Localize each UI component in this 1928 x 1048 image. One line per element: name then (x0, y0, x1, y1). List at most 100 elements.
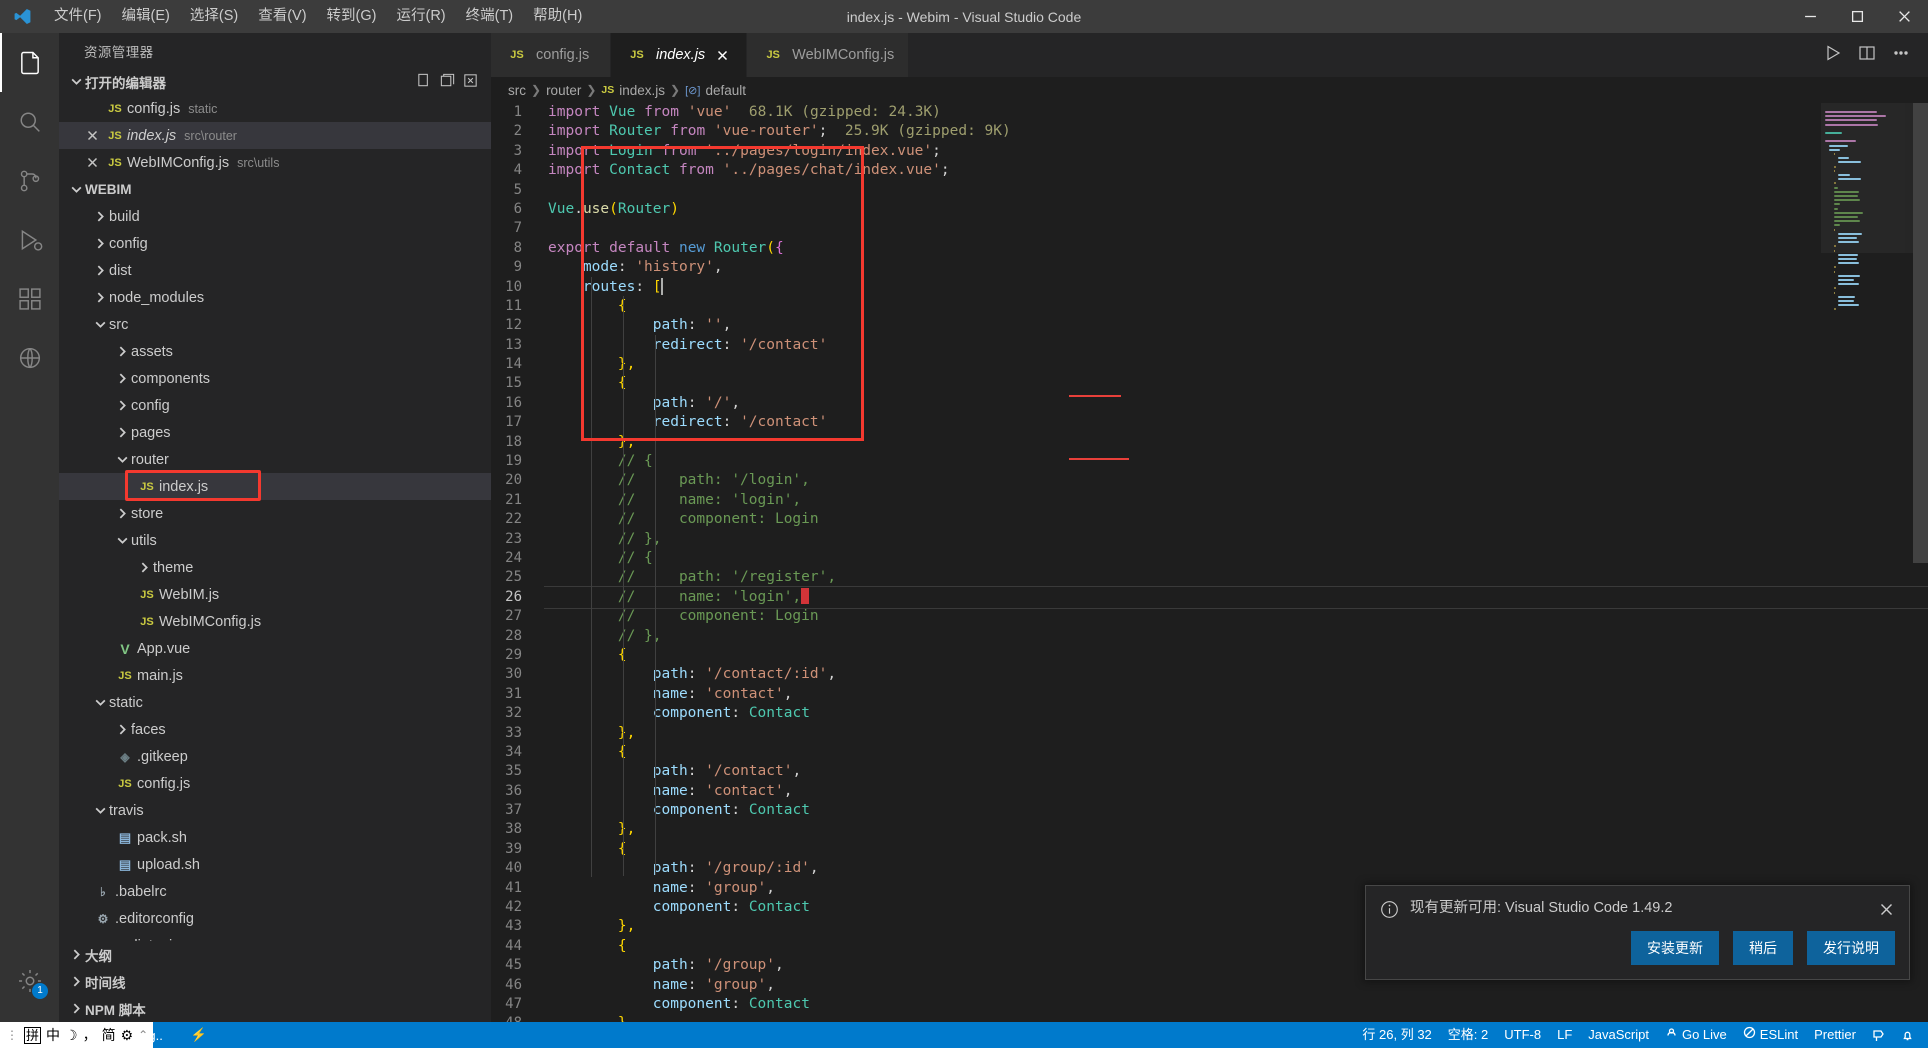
line-content[interactable]: Vue.use(Router) (548, 200, 1928, 219)
close-icon[interactable] (81, 157, 103, 168)
line-content[interactable]: name: 'contact', (548, 782, 1928, 801)
notification-toast[interactable]: 现有更新可用: Visual Studio Code 1.49.2 安装更新 稍… (1365, 885, 1910, 980)
tree-item-.babelrc[interactable]: ♭ .babelrc (59, 878, 491, 905)
code-line-32[interactable]: 32 component: Contact (491, 704, 1928, 723)
line-content[interactable]: export default new Router({ (548, 239, 1928, 258)
section-outline[interactable]: 大纲 (59, 941, 491, 968)
breadcrumb-router[interactable]: router (546, 83, 581, 98)
line-content[interactable]: import Contact from '../pages/chat/index… (548, 161, 1928, 180)
line-content[interactable]: // { (548, 452, 1928, 471)
tree-item-components[interactable]: components (59, 365, 491, 392)
line-content[interactable]: }, (548, 355, 1928, 374)
menu-file[interactable]: 文件(F) (44, 0, 112, 33)
menu-view[interactable]: 查看(V) (248, 0, 316, 33)
code-line-16[interactable]: 16 path: '/', (491, 394, 1928, 413)
tree-item-node_modules[interactable]: node_modules (59, 284, 491, 311)
activity-remote-icon[interactable] (0, 328, 59, 387)
code-line-40[interactable]: 40 path: '/group/:id', (491, 859, 1928, 878)
activity-source-control-icon[interactable] (0, 151, 59, 210)
code-line-38[interactable]: 38 }, (491, 820, 1928, 839)
tree-item-config[interactable]: config (59, 230, 491, 257)
tree-item-src[interactable]: src (59, 311, 491, 338)
tree-item-index.js[interactable]: JS index.js (59, 473, 491, 500)
tree-item-webim.js[interactable]: JS WebIM.js (59, 581, 491, 608)
notification-close-icon[interactable] (1875, 899, 1897, 919)
status-eol[interactable]: LF (1549, 1022, 1580, 1048)
menu-help[interactable]: 帮助(H) (523, 0, 592, 33)
tree-item-assets[interactable]: assets (59, 338, 491, 365)
code-line-21[interactable]: 21 // name: 'login', (491, 491, 1928, 510)
menu-run[interactable]: 运行(R) (386, 0, 455, 33)
line-content[interactable]: }, (548, 820, 1928, 839)
tree-item-main.js[interactable]: JS main.js (59, 662, 491, 689)
menu-edit[interactable]: 编辑(E) (112, 0, 180, 33)
menu-selection[interactable]: 选择(S) (180, 0, 248, 33)
line-content[interactable]: { (548, 297, 1928, 316)
line-content[interactable]: // name: 'login', (544, 585, 1928, 610)
open-editor-webimconfig-js[interactable]: JS WebIMConfig.js src\utils (59, 149, 491, 176)
line-content[interactable]: mode: 'history', (548, 258, 1928, 277)
line-content[interactable]: path: '', (548, 316, 1928, 335)
line-content[interactable]: // path: '/login', (548, 471, 1928, 490)
line-content[interactable]: // name: 'login', (548, 491, 1928, 510)
open-editor-config-js[interactable]: JS config.js static (59, 95, 491, 122)
later-button[interactable]: 稍后 (1733, 931, 1793, 965)
code-line-33[interactable]: 33 }, (491, 724, 1928, 743)
line-content[interactable]: // }, (548, 627, 1928, 646)
code-line-1[interactable]: 1 import Vue from 'vue' 68.1K (gzipped: 2… (491, 103, 1928, 122)
tree-item-.gitkeep[interactable]: ◈ .gitkeep (59, 743, 491, 770)
activity-extensions-icon[interactable] (0, 269, 59, 328)
more-actions-icon[interactable] (1892, 44, 1910, 67)
status-cursor-position[interactable]: 行 26, 列 32 (1354, 1022, 1439, 1048)
close-icon[interactable] (81, 130, 103, 141)
menu-terminal[interactable]: 终端(T) (456, 0, 524, 33)
code-line-4[interactable]: 4 import Contact from '../pages/chat/inde… (491, 161, 1928, 180)
ime-moon-icon[interactable]: ☽ (65, 1027, 78, 1044)
breadcrumb-file[interactable]: index.js (619, 83, 665, 98)
ime-expand-icon[interactable]: ⌃ (138, 1028, 149, 1042)
tree-item-dist[interactable]: dist (59, 257, 491, 284)
section-open-editors[interactable]: 打开的编辑器 (59, 68, 491, 95)
code-line-6[interactable]: 6 Vue.use(Router) (491, 200, 1928, 219)
code-line-13[interactable]: 13 redirect: '/contact' (491, 336, 1928, 355)
line-content[interactable]: { (548, 646, 1928, 665)
line-content[interactable]: name: 'contact', (548, 685, 1928, 704)
code-line-22[interactable]: 22 // component: Login (491, 510, 1928, 529)
line-content[interactable]: routes: [ (548, 277, 1928, 297)
status-feedback-icon[interactable] (1864, 1022, 1893, 1048)
split-editor-icon[interactable] (1858, 44, 1876, 67)
line-content[interactable]: // { (548, 549, 1928, 568)
code-line-17[interactable]: 17 redirect: '/contact' (491, 413, 1928, 432)
file-tree[interactable]: build config dist node_modules src assets comp… (59, 203, 491, 941)
code-line-2[interactable]: 2 import Router from 'vue-router'; 25.9K … (491, 122, 1928, 141)
open-editor-index-js[interactable]: JS index.js src\router (59, 122, 491, 149)
tree-item-pack.sh[interactable]: ▤ pack.sh (59, 824, 491, 851)
menu-go[interactable]: 转到(G) (317, 0, 387, 33)
tree-item-static[interactable]: static (59, 689, 491, 716)
tree-item-theme[interactable]: theme (59, 554, 491, 581)
minimize-button[interactable] (1787, 0, 1834, 33)
line-content[interactable]: // }, (548, 530, 1928, 549)
line-content[interactable]: path: '/group/:id', (548, 859, 1928, 878)
line-content[interactable]: }, (548, 433, 1928, 452)
activity-search-icon[interactable] (0, 92, 59, 151)
activity-manage-gear-icon[interactable]: 1 (0, 951, 59, 1010)
tree-item-webimconfig.js[interactable]: JS WebIMConfig.js (59, 608, 491, 635)
tree-item-config.js[interactable]: JS config.js (59, 770, 491, 797)
line-content[interactable]: component: Contact (548, 704, 1928, 723)
line-content[interactable]: import Router from 'vue-router'; 25.9K (… (548, 122, 1928, 141)
ime-mode[interactable]: 拼 (24, 1026, 42, 1044)
code-line-29[interactable]: 29 { (491, 646, 1928, 665)
tab-webimconfig-js[interactable]: JS WebIMConfig.js (747, 33, 910, 77)
save-all-icon[interactable] (439, 72, 456, 92)
line-content[interactable]: }, (548, 1014, 1928, 1022)
release-notes-button[interactable]: 发行说明 (1807, 931, 1895, 965)
code-line-5[interactable]: 5 (491, 181, 1928, 200)
maximize-button[interactable] (1834, 0, 1881, 33)
scrollbar-thumb[interactable] (1913, 103, 1928, 563)
code-line-36[interactable]: 36 name: 'contact', (491, 782, 1928, 801)
run-icon[interactable] (1824, 44, 1842, 67)
line-content[interactable]: import Login from '../pages/login/index.… (548, 142, 1928, 161)
code-line-30[interactable]: 30 path: '/contact/:id', (491, 665, 1928, 684)
status-prettier[interactable]: Prettier (1806, 1022, 1864, 1048)
